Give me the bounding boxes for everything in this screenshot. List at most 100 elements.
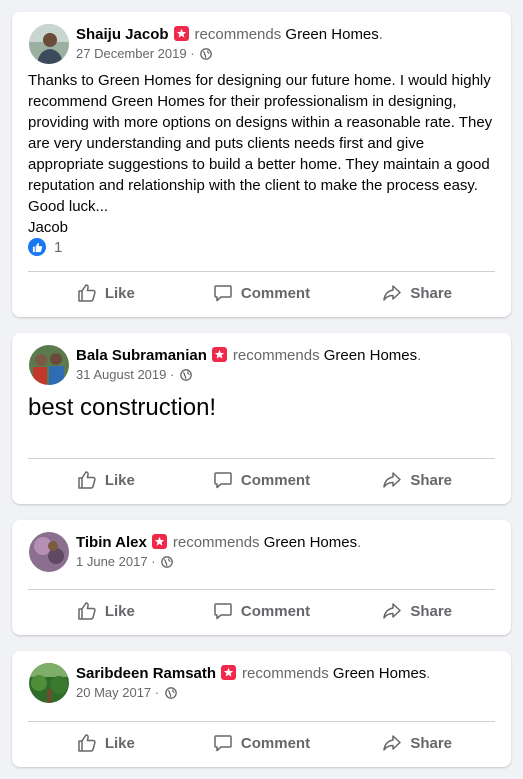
comment-label: Comment <box>240 602 311 620</box>
share-label: Share <box>410 602 453 620</box>
text-line: are very understanding and puts clients … <box>28 135 425 152</box>
globe-icon <box>180 369 192 385</box>
author-name[interactable]: Saribdeen Ramsath <box>76 665 216 682</box>
divider <box>28 721 495 722</box>
comment-button[interactable]: Comment <box>184 275 340 311</box>
action-bar: Like Comment Share <box>28 462 495 498</box>
like-button[interactable]: Like <box>28 725 184 761</box>
page-name-link[interactable]: Green Homes <box>333 665 426 682</box>
recommend-badge-icon <box>173 26 189 41</box>
divider <box>28 271 495 272</box>
author-name[interactable]: Tibin Alex <box>76 534 147 551</box>
author-name[interactable]: Bala Subramanian <box>76 347 207 364</box>
post-meta: 1 June 2017 · <box>76 554 173 572</box>
share-button[interactable]: Share <box>339 275 495 311</box>
globe-icon <box>164 687 177 703</box>
review-card: Shaiju Jacob recommends Green Homes. 27 D… <box>12 12 511 317</box>
post-header: Tibin Alex recommends Green Homes. <box>76 533 361 553</box>
avatar[interactable] <box>29 24 69 64</box>
share-label: Share <box>410 734 453 752</box>
avatar[interactable] <box>29 532 69 572</box>
action-bar: Like Comment Share <box>28 725 495 761</box>
post-date[interactable]: 31 August 2019 <box>76 367 166 382</box>
recommend-badge-icon <box>151 534 167 549</box>
text-line: Good luck... <box>28 198 109 215</box>
avatar[interactable] <box>29 663 69 703</box>
post-header: Shaiju Jacob recommends Green Homes. <box>76 25 383 45</box>
comment-label: Comment <box>240 471 311 489</box>
share-button[interactable]: Share <box>339 462 495 498</box>
post-meta: 27 December 2019 · <box>76 46 212 64</box>
page-name-link[interactable]: Green Homes <box>285 26 378 43</box>
recommends-text: recommends <box>172 534 260 551</box>
share-button[interactable]: Share <box>339 725 495 761</box>
action-bar: Like Comment Share <box>28 275 495 311</box>
post-header: Bala Subramanian recommends Green Homes. <box>76 346 421 366</box>
period-text: . <box>378 26 383 43</box>
review-card: Saribdeen Ramsath recommends Green Homes.… <box>12 651 511 767</box>
post-date[interactable]: 20 May 2017 <box>76 685 151 700</box>
like-label: Like <box>104 471 135 489</box>
like-button[interactable]: Like <box>28 593 184 629</box>
post-meta: 31 August 2019 · <box>76 367 192 385</box>
share-label: Share <box>410 284 453 302</box>
reaction-summary[interactable]: 1 <box>28 238 62 256</box>
thumbs-up-icon <box>78 602 96 620</box>
comment-icon <box>214 735 232 752</box>
comment-label: Comment <box>240 734 311 752</box>
recommend-badge-icon <box>211 347 227 362</box>
thumbs-up-icon <box>78 471 96 489</box>
comment-label: Comment <box>240 284 311 302</box>
share-icon <box>383 285 402 301</box>
divider <box>28 589 495 590</box>
comment-button[interactable]: Comment <box>184 462 340 498</box>
review-text: Thanks to Green Homes for designing our … <box>28 70 500 238</box>
text-line: providing with more options on designs w… <box>28 114 493 131</box>
like-button[interactable]: Like <box>28 275 184 311</box>
globe-icon <box>200 48 212 64</box>
comment-icon <box>214 285 232 302</box>
recommends-text: recommends <box>242 665 329 682</box>
share-label: Share <box>410 471 453 489</box>
period-text: . <box>426 665 431 682</box>
review-card: Tibin Alex recommends Green Homes. 1 June… <box>12 520 511 635</box>
globe-icon <box>161 556 173 572</box>
text-line: reputation and relationship with the cli… <box>28 177 478 194</box>
like-label: Like <box>104 734 135 752</box>
divider <box>28 458 495 459</box>
text-line: recommend Green Homes for their professi… <box>28 93 457 110</box>
reaction-count: 1 <box>54 238 63 256</box>
comment-button[interactable]: Comment <box>184 725 340 761</box>
review-text: best construction! <box>28 394 217 421</box>
like-label: Like <box>104 602 135 620</box>
page-name-link[interactable]: Green Homes <box>324 347 417 364</box>
thumbs-up-icon <box>78 734 96 752</box>
like-button[interactable]: Like <box>28 462 184 498</box>
recommends-text: recommends <box>194 26 282 43</box>
page-name-link[interactable]: Green Homes <box>264 534 357 551</box>
author-name[interactable]: Shaiju Jacob <box>76 26 169 43</box>
period-text: . <box>357 534 362 551</box>
like-reaction-icon <box>28 238 46 256</box>
action-bar: Like Comment Share <box>28 593 495 629</box>
comment-icon <box>214 603 232 620</box>
text-line: Jacob <box>28 219 69 236</box>
share-icon <box>383 735 402 751</box>
comment-button[interactable]: Comment <box>184 593 340 629</box>
share-icon <box>383 472 402 488</box>
text-line: Thanks to Green Homes for designing our … <box>28 72 491 89</box>
post-meta: 20 May 2017 · <box>76 685 177 703</box>
post-date[interactable]: 1 June 2017 <box>76 554 148 569</box>
like-label: Like <box>104 284 135 302</box>
post-header: Saribdeen Ramsath recommends Green Homes. <box>76 664 430 684</box>
share-button[interactable]: Share <box>339 593 495 629</box>
recommends-text: recommends <box>232 347 320 364</box>
share-icon <box>383 603 402 619</box>
post-date[interactable]: 27 December 2019 <box>76 46 187 61</box>
text-line: appropriate suggestions to build a bette… <box>28 156 490 173</box>
period-text: . <box>417 347 422 364</box>
avatar[interactable] <box>29 345 69 385</box>
thumbs-up-icon <box>78 284 96 302</box>
comment-icon <box>214 472 232 489</box>
review-card: Bala Subramanian recommends Green Homes. … <box>12 333 511 504</box>
